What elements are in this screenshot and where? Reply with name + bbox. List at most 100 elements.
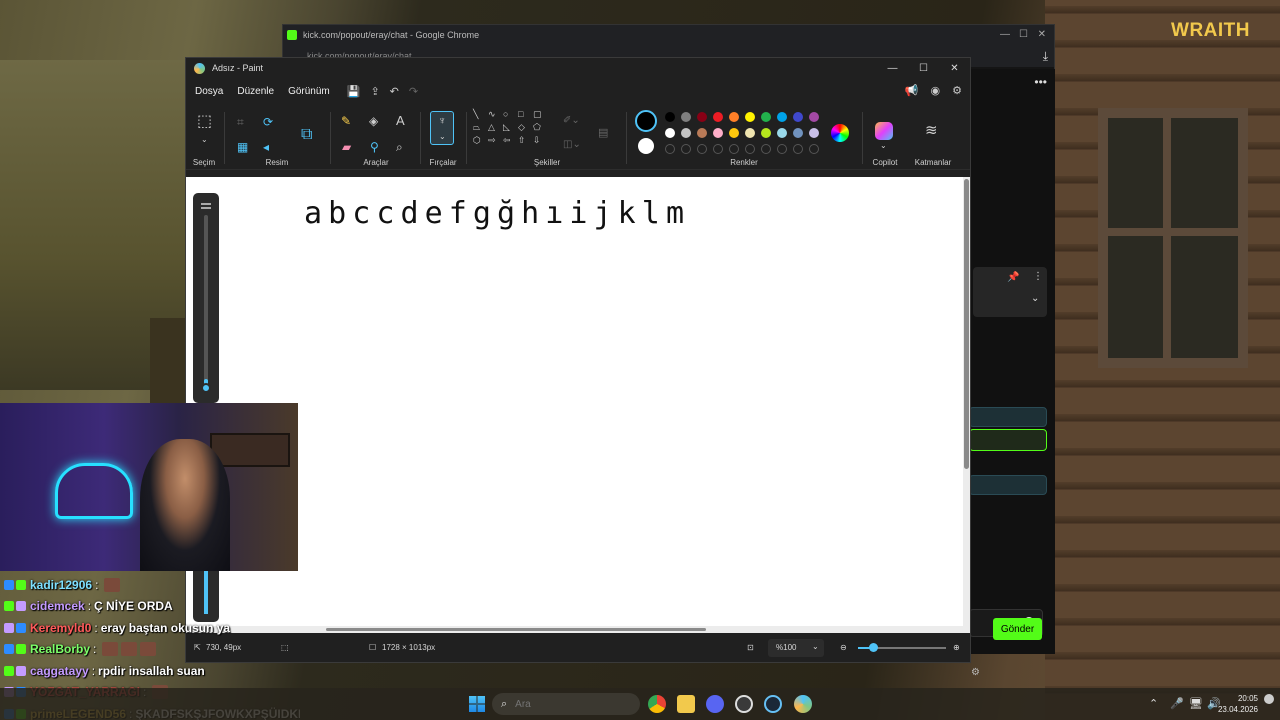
palette-swatch[interactable]	[681, 128, 691, 138]
edit-colors-icon[interactable]	[831, 124, 849, 142]
start-icon[interactable]	[469, 696, 485, 712]
menu-file[interactable]: Dosya	[188, 86, 230, 97]
palette-swatch[interactable]	[793, 112, 803, 122]
chat-username[interactable]: Keremyld0	[30, 621, 91, 635]
more-icon[interactable]: •••	[1034, 75, 1047, 89]
eraser-icon[interactable]: ▰	[342, 141, 351, 153]
obs-icon[interactable]	[735, 695, 753, 713]
palette-swatch[interactable]	[729, 128, 739, 138]
minimize-icon[interactable]: —	[1000, 29, 1010, 40]
custom-color-slot[interactable]	[809, 144, 819, 154]
kebab-icon[interactable]: ⋮	[1033, 271, 1043, 282]
custom-color-slot[interactable]	[793, 144, 803, 154]
gear-icon[interactable]: ⚙	[971, 667, 980, 678]
chevron-up-icon[interactable]: ⌃	[1149, 697, 1158, 710]
palette-swatch[interactable]	[761, 112, 771, 122]
minimize-button[interactable]: —	[877, 58, 908, 78]
palette-swatch[interactable]	[777, 112, 787, 122]
chrome-app-icon[interactable]	[648, 695, 666, 713]
custom-color-slot[interactable]	[745, 144, 755, 154]
zoom-select[interactable]: %100 ⌄	[768, 639, 824, 657]
close-icon[interactable]: ✕	[1038, 29, 1046, 40]
brush-button[interactable]: ♆ ⌄	[430, 111, 454, 145]
outline-icon[interactable]: ✐⌄	[563, 116, 580, 126]
palette-swatch[interactable]	[777, 128, 787, 138]
download-icon[interactable]: ⤓	[1043, 49, 1048, 64]
palette-swatch[interactable]	[697, 112, 707, 122]
clock[interactable]: 20:05 23.04.2026	[1218, 693, 1258, 715]
file-explorer-icon[interactable]	[677, 695, 695, 713]
resize-icon[interactable]: ⟳	[263, 116, 273, 128]
menu-view[interactable]: Görünüm	[281, 86, 337, 97]
drag-handle-icon[interactable]	[201, 203, 211, 209]
send-button[interactable]: Gönder	[993, 618, 1042, 640]
magnifier-icon[interactable]: ⌕	[396, 141, 403, 153]
zoom-out-icon[interactable]: ⊖	[840, 643, 847, 652]
steam-icon[interactable]	[764, 695, 782, 713]
chevron-down-icon[interactable]: ⌄	[201, 136, 208, 144]
shapes-gallery[interactable]: ╲ ∿ ○ □ ▢ ⏢ △ ◺ ◇ ⬠ ⬡ ⇨ ⇦ ⇧ ⇩	[473, 109, 548, 146]
save-icon[interactable]: 💾	[347, 85, 361, 98]
palette-swatch[interactable]	[745, 112, 755, 122]
chevron-down-icon[interactable]: ⌄	[880, 142, 887, 150]
fill-icon[interactable]: ◈	[369, 115, 378, 127]
custom-color-slot[interactable]	[713, 144, 723, 154]
palette-swatch[interactable]	[665, 112, 675, 122]
undo-icon[interactable]: ↶	[390, 85, 399, 98]
chat-username[interactable]: kadir12906	[30, 578, 92, 592]
maximize-button[interactable]: ☐	[908, 58, 939, 78]
zoom-slider-thumb[interactable]	[869, 643, 878, 652]
search-input[interactable]	[515, 698, 616, 710]
palette-swatch[interactable]	[713, 128, 723, 138]
custom-color-slot[interactable]	[681, 144, 691, 154]
palette-swatch[interactable]	[713, 112, 723, 122]
text-icon[interactable]: A	[396, 114, 405, 127]
settings-icon[interactable]: ⚙	[952, 84, 962, 97]
account-icon[interactable]: ◉	[931, 84, 941, 97]
brush-size-slider[interactable]	[204, 215, 208, 387]
custom-color-slot[interactable]	[761, 144, 771, 154]
network-icon[interactable]: 🖥	[1189, 697, 1203, 710]
palette-swatch[interactable]	[793, 128, 803, 138]
select-icon[interactable]: ⬚	[197, 114, 212, 130]
pin-icon[interactable]: 📌	[1007, 272, 1019, 283]
color-2-selector[interactable]	[638, 138, 654, 154]
copilot-icon[interactable]	[875, 122, 893, 140]
color-picker-icon[interactable]: ⚲	[370, 141, 379, 153]
palette-swatch[interactable]	[761, 128, 771, 138]
layers-icon[interactable]: ≋	[925, 123, 938, 138]
chat-username[interactable]: cidemcek	[30, 599, 85, 613]
palette-swatch[interactable]	[809, 128, 819, 138]
flip-icon[interactable]: ◂	[263, 141, 269, 153]
maximize-icon[interactable]: ☐	[1019, 29, 1028, 40]
chat-username[interactable]: RealBorby	[30, 642, 90, 656]
taskbar-search[interactable]: ⌕	[492, 693, 640, 715]
brush-size-thumb[interactable]	[201, 383, 211, 393]
zoom-in-icon[interactable]: ⊕	[953, 643, 960, 652]
palette-swatch[interactable]	[729, 112, 739, 122]
custom-color-slot[interactable]	[665, 144, 675, 154]
share-icon[interactable]: ⇪	[370, 85, 379, 98]
rotate-icon[interactable]: ▦	[237, 141, 248, 153]
palette-swatch[interactable]	[809, 112, 819, 122]
fill-style-icon[interactable]: ◫⌄	[563, 140, 581, 150]
chevron-down-icon[interactable]: ⌄	[1031, 293, 1039, 304]
redo-icon[interactable]: ↷	[409, 85, 418, 98]
palette-swatch[interactable]	[697, 128, 707, 138]
custom-color-slot[interactable]	[697, 144, 707, 154]
chat-username[interactable]: caggatayy	[30, 664, 89, 678]
vertical-scrollbar[interactable]	[964, 179, 969, 469]
paint-app-icon[interactable]	[794, 695, 812, 713]
microphone-icon[interactable]: 🎤	[1170, 697, 1184, 710]
custom-color-slot[interactable]	[729, 144, 739, 154]
background-remove-icon[interactable]: ⧉	[301, 127, 312, 143]
horizontal-scrollbar[interactable]	[326, 628, 706, 631]
palette-swatch[interactable]	[665, 128, 675, 138]
custom-color-slot[interactable]	[777, 144, 787, 154]
crop-icon[interactable]: ⌗	[237, 116, 244, 128]
pencil-icon[interactable]: ✎	[341, 115, 351, 127]
fit-icon[interactable]: ⊡	[747, 643, 754, 652]
close-button[interactable]: ✕	[939, 58, 970, 78]
palette-swatch[interactable]	[745, 128, 755, 138]
megaphone-icon[interactable]: 📢	[905, 84, 919, 97]
